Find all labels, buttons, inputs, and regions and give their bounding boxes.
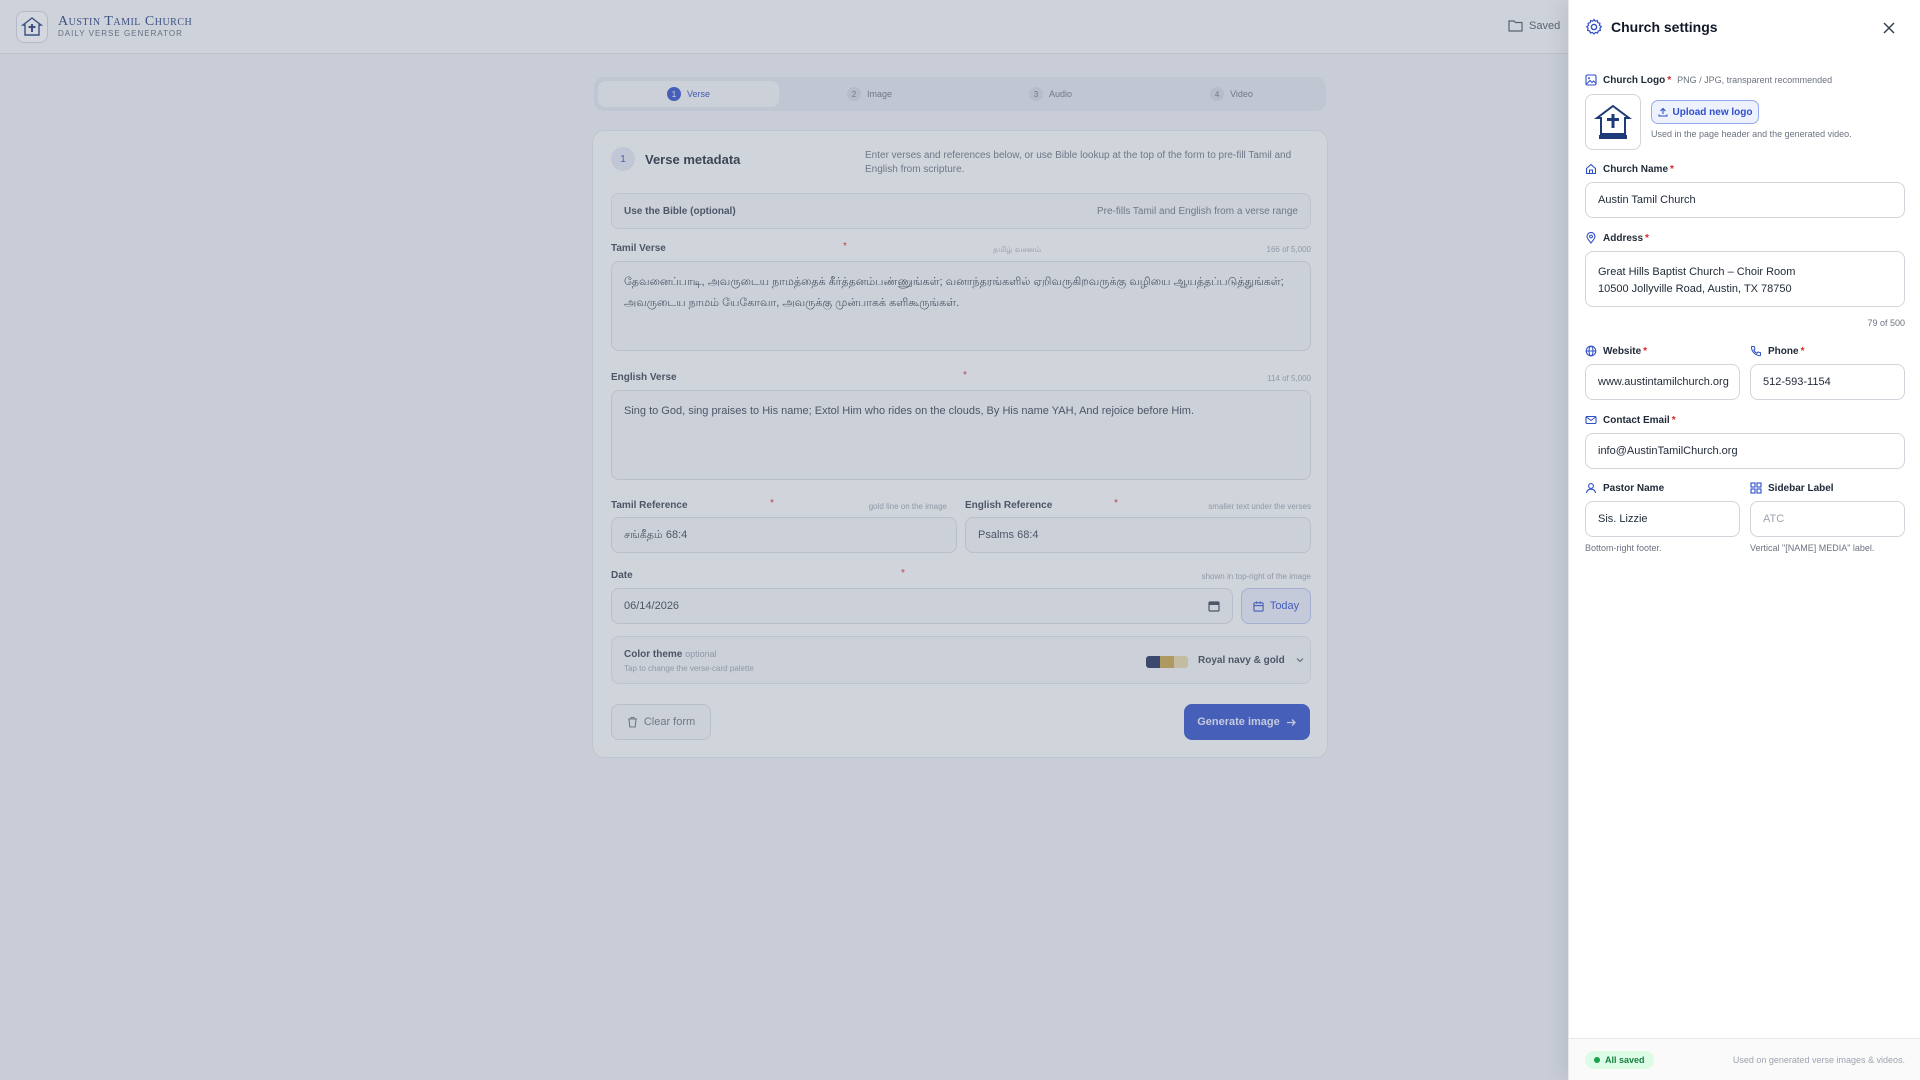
- church-logo-icon: [1594, 104, 1632, 139]
- pastor-help: Bottom-right footer.: [1585, 543, 1662, 553]
- website-input[interactable]: www.austintamilchurch.org: [1585, 364, 1740, 400]
- address-textarea[interactable]: Great Hills Baptist Church – Choir Room …: [1585, 251, 1905, 307]
- address-line-1: Great Hills Baptist Church – Choir Room: [1598, 266, 1796, 278]
- sidebar-label-input[interactable]: ATC: [1750, 501, 1905, 537]
- required-marker: *: [1643, 345, 1648, 357]
- phone-icon: [1750, 346, 1761, 357]
- sidebar-label-label: Sidebar Label: [1768, 482, 1834, 494]
- pastor-name-input[interactable]: Sis. Lizzie: [1585, 501, 1740, 537]
- email-label: Contact Email: [1603, 414, 1670, 426]
- phone-label: Phone: [1768, 345, 1799, 357]
- contact-email-input[interactable]: info@AustinTamilChurch.org: [1585, 433, 1905, 469]
- website-label: Website: [1603, 345, 1642, 357]
- phone-field-label: Phone *: [1750, 345, 1804, 357]
- footer-note: Used on generated verse images & videos.: [1732, 1055, 1905, 1065]
- website-field-label: Website *: [1585, 345, 1647, 357]
- image-icon: [1585, 74, 1597, 86]
- home-icon: [1585, 163, 1597, 175]
- logo-preview: [1585, 94, 1641, 150]
- required-marker: *: [1671, 414, 1676, 426]
- close-icon: [1883, 22, 1895, 34]
- map-pin-icon: [1586, 232, 1596, 244]
- globe-icon: [1585, 345, 1597, 357]
- sidebar-label-field-label: Sidebar Label: [1750, 482, 1834, 494]
- logo-field-label: Church Logo * PNG / JPG, transparent reco…: [1585, 74, 1832, 86]
- address-line-2: 10500 Jollyville Road, Austin, TX 78750: [1598, 283, 1792, 295]
- save-status-badge: All saved: [1585, 1051, 1654, 1069]
- logo-help: Used in the page header and the generate…: [1651, 129, 1852, 139]
- upload-logo-button[interactable]: Upload new logo: [1651, 100, 1759, 124]
- phone-input[interactable]: 512-593-1154: [1750, 364, 1905, 400]
- gear-icon: [1585, 18, 1603, 35]
- address-field-label: Address *: [1585, 232, 1649, 244]
- required-marker: *: [1800, 345, 1805, 357]
- save-status-label: All saved: [1605, 1055, 1645, 1065]
- required-marker: *: [1645, 232, 1649, 244]
- required-marker: *: [1667, 74, 1672, 86]
- mail-icon: [1585, 415, 1597, 425]
- grid-icon: [1750, 482, 1762, 494]
- status-dot: [1594, 1057, 1600, 1063]
- drawer-footer: All saved Used on generated verse images…: [1569, 1038, 1920, 1080]
- upload-logo-label: Upload new logo: [1672, 106, 1753, 118]
- pastor-label: Pastor Name: [1603, 482, 1665, 494]
- upload-icon: [1657, 107, 1668, 117]
- church-settings-drawer: Church settings Church Logo * PNG / JPG, …: [1568, 0, 1920, 1080]
- logo-note: PNG / JPG, transparent recommended: [1677, 75, 1833, 85]
- logo-label: Church Logo: [1603, 74, 1666, 86]
- close-button[interactable]: [1879, 18, 1899, 38]
- church-name-input[interactable]: Austin Tamil Church: [1585, 182, 1905, 218]
- required-marker: *: [1670, 163, 1674, 175]
- church-name-label: Church Name: [1603, 163, 1669, 175]
- pastor-field-label: Pastor Name: [1585, 482, 1664, 494]
- email-field-label: Contact Email *: [1585, 414, 1676, 426]
- drawer-title: Church settings: [1611, 19, 1718, 35]
- address-label: Address: [1603, 232, 1644, 244]
- church-name-field-label: Church Name *: [1585, 163, 1674, 175]
- modal-backdrop[interactable]: [0, 0, 1568, 1080]
- address-count: 79 of 500: [1867, 318, 1905, 328]
- sidebar-label-help: Vertical "[NAME] MEDIA" label.: [1750, 543, 1875, 553]
- user-icon: [1585, 483, 1597, 494]
